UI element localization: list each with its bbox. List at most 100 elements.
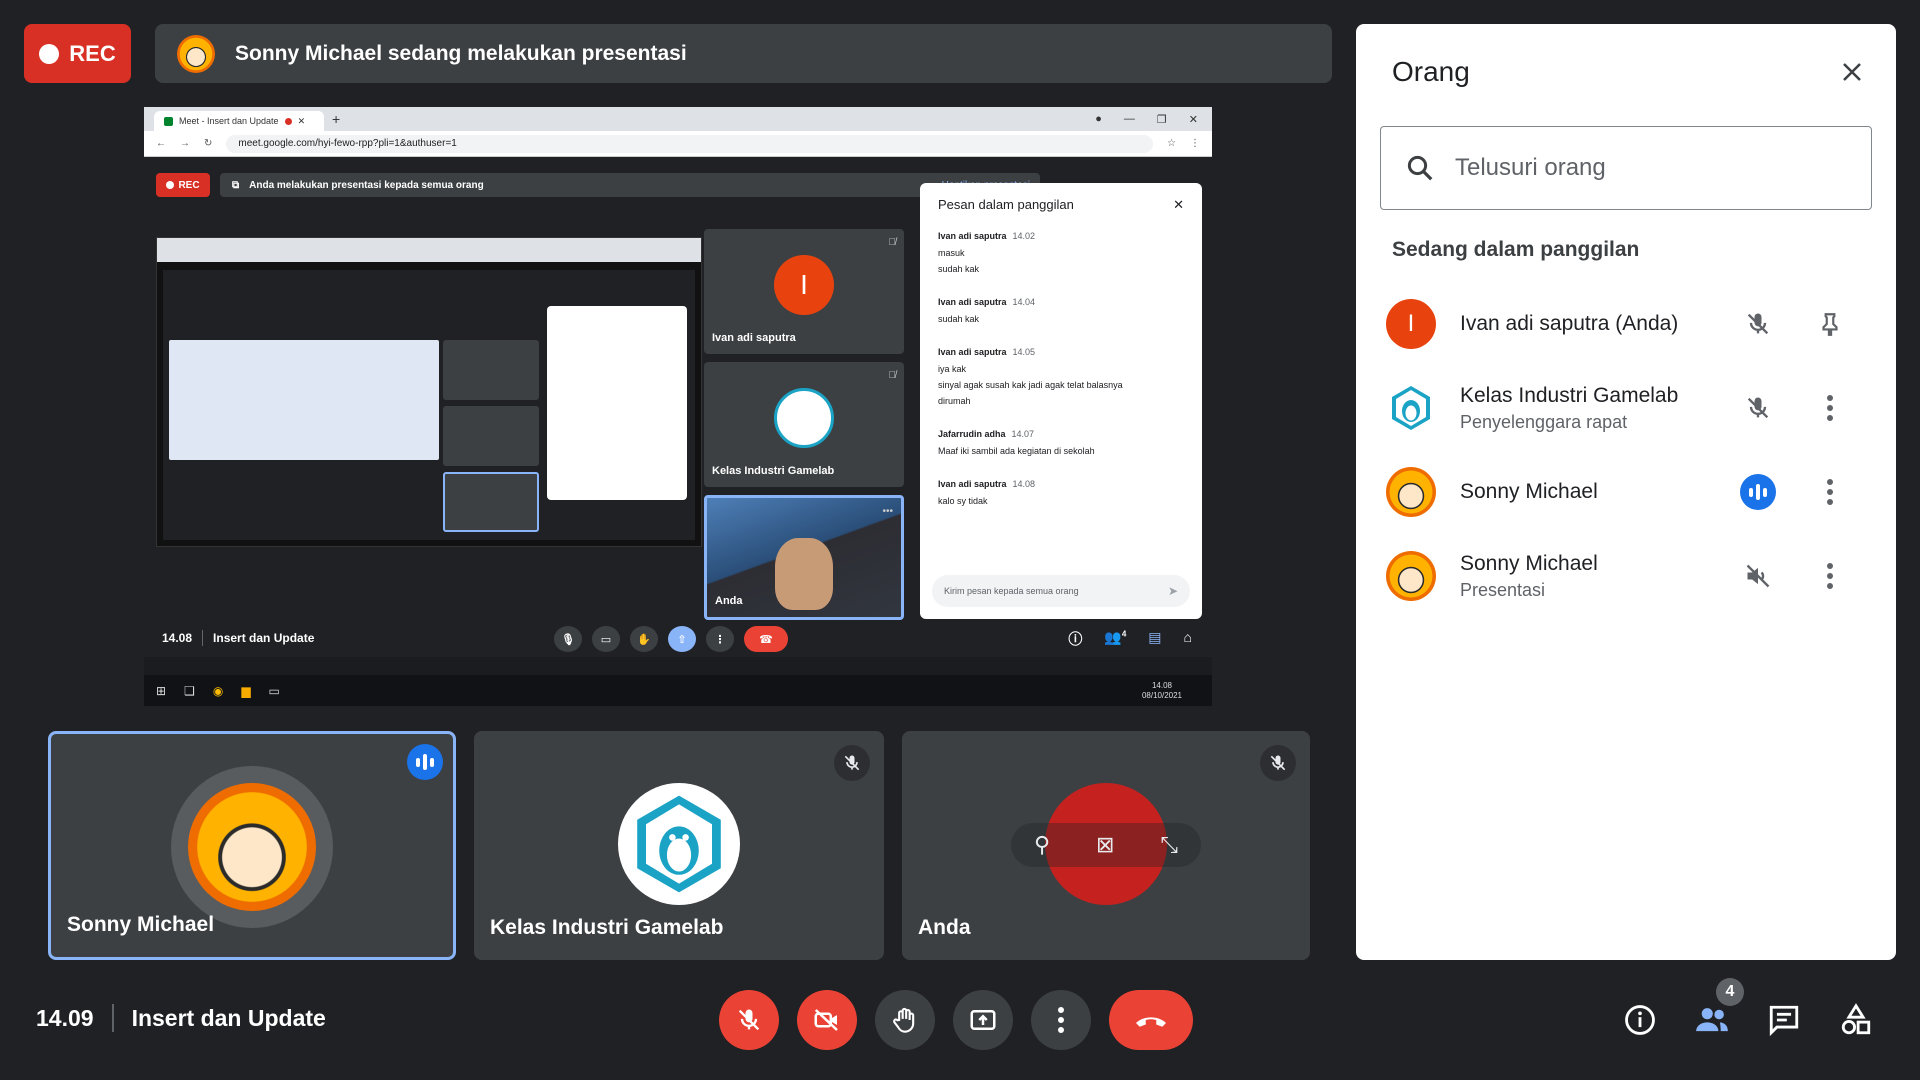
meeting-details-button[interactable] [1618, 998, 1662, 1042]
camera-off-icon [814, 1009, 838, 1031]
maximize-icon[interactable]: ❐ [1157, 113, 1167, 126]
taskbar-clock: 14.08 08/10/2021 [1142, 681, 1212, 701]
tile-sonny-michael[interactable]: Sonny Michael [48, 731, 456, 960]
inner-rec-badge: REC [156, 173, 210, 197]
participant-role: Penyelenggara rapat [1460, 411, 1628, 432]
reload-icon[interactable]: ↻ [204, 138, 212, 149]
people-icon[interactable]: 👥4 [1104, 629, 1126, 649]
pin-icon[interactable]: ⚲ [1034, 832, 1050, 858]
inner-right-icons: ⓘ 👥4 ▤ ⌂ [1068, 629, 1192, 649]
inner-tile-gamelab[interactable]: 🎙̸ Kelas Industri Gamelab [704, 362, 904, 487]
avatar-ring [171, 766, 333, 928]
more-options-icon[interactable]: ••• [882, 506, 893, 517]
tile-name: Anda [918, 916, 971, 939]
activities-button[interactable] [1834, 998, 1878, 1042]
tile-anda[interactable]: ⚲ ⊠ ⤡ Anda [902, 731, 1310, 960]
participant-row[interactable]: I Ivan adi saputra (Anda) [1356, 282, 1896, 366]
taskbar-date: 08/10/2021 [1141, 690, 1182, 700]
task-view-icon[interactable]: ❑ [184, 684, 195, 698]
audio-off-icon [1740, 558, 1776, 594]
windows-start-icon[interactable]: ⊞ [156, 684, 166, 698]
browser-tab-bar: Meet - Insert dan Update ✕ + ● — ❐ ✕ [144, 107, 1212, 131]
chat-sender: Ivan adi saputra [938, 479, 1007, 489]
more-options-button[interactable] [1031, 990, 1091, 1050]
chat-close-icon[interactable]: ✕ [1173, 197, 1184, 213]
present-now-button[interactable] [953, 990, 1013, 1050]
mic-off-icon: 🎙̸ [888, 370, 897, 381]
chat-time: 14.02 [1012, 231, 1036, 241]
info-icon [1625, 1005, 1655, 1035]
new-tab-icon[interactable]: + [332, 111, 340, 127]
more-icon[interactable]: ⋮ [706, 626, 734, 652]
back-icon[interactable]: ← [156, 138, 166, 149]
more-vert-icon [1058, 1007, 1064, 1033]
browser-tab[interactable]: Meet - Insert dan Update ✕ [154, 111, 324, 131]
mic-icon[interactable]: 🎙 [554, 626, 582, 652]
clock: 14.09 [36, 1004, 94, 1031]
remove-from-view-icon[interactable]: ⊠ [1096, 832, 1114, 858]
more-options-icon[interactable] [1812, 474, 1848, 510]
participant-row[interactable]: Sonny Michael Presentasi [1356, 534, 1896, 618]
mic-off-icon [1740, 306, 1776, 342]
search-input[interactable] [1455, 154, 1835, 182]
more-options-icon[interactable] [1812, 390, 1848, 426]
participant-list: I Ivan adi saputra (Anda) Kelas Industri… [1356, 282, 1896, 618]
chat-sender: Ivan adi saputra [938, 231, 1007, 241]
forward-icon[interactable]: → [180, 138, 190, 149]
file-explorer-icon[interactable]: ▆ [241, 684, 250, 698]
record-dot-icon [39, 43, 60, 64]
inner-tile-ivan[interactable]: 🎙̸ I Ivan adi saputra [704, 229, 904, 354]
chat-icon[interactable]: ▤ [1148, 629, 1161, 649]
nested-meet-content [163, 270, 695, 540]
hangup-icon[interactable]: ☎ [744, 626, 788, 652]
gamelab-logo-icon [1386, 383, 1436, 433]
minimize-tile-icon[interactable]: ⤡ [1160, 832, 1178, 858]
avatar: I [774, 255, 834, 315]
presented-screen: Meet - Insert dan Update ✕ + ● — ❐ ✕ ← →… [144, 107, 1212, 706]
mic-off-icon [738, 1009, 760, 1031]
panel-title: Orang [1392, 56, 1470, 87]
leave-call-button[interactable] [1109, 990, 1193, 1050]
participant-row[interactable]: Sonny Michael [1356, 450, 1896, 534]
pin-icon[interactable] [1812, 306, 1848, 342]
activities-icon [1841, 1003, 1871, 1035]
present-screen-icon [970, 1010, 996, 1030]
chrome-taskbar-icon[interactable]: ◉ [213, 684, 223, 698]
participant-row[interactable]: Kelas Industri Gamelab Penyelenggara rap… [1356, 366, 1896, 450]
raise-hand-button[interactable] [875, 990, 935, 1050]
nested-chat-panel [547, 306, 687, 500]
terminal-icon[interactable]: ▭ [269, 684, 280, 698]
camera-icon[interactable]: ▭ [592, 626, 620, 652]
chat-header: Pesan dalam panggilan ✕ [938, 197, 1184, 213]
url-field[interactable]: meet.google.com/hyi-fewo-rpp?pli=1&authu… [226, 134, 1154, 153]
profile-dot-icon[interactable]: ● [1095, 113, 1102, 126]
nested-tile [443, 406, 539, 466]
present-icon[interactable]: ⇧ [668, 626, 696, 652]
chat-message: Ivan adi saputra 14.05 iya kak sinyal aga… [938, 347, 1184, 409]
info-icon[interactable]: ⓘ [1068, 629, 1082, 649]
chat-sender: Ivan adi saputra [938, 347, 1007, 357]
hand-icon[interactable]: ✋ [630, 626, 658, 652]
presentation-banner-text: Sonny Michael sedang melakukan presentas… [235, 41, 687, 65]
search-box[interactable] [1380, 126, 1872, 210]
chat-time: 14.08 [1012, 479, 1036, 489]
activities-icon[interactable]: ⌂ [1184, 629, 1192, 649]
tab-close-icon[interactable]: ✕ [298, 116, 306, 127]
chat-input[interactable]: Kirim pesan kepada semua orang [932, 575, 1190, 607]
browser-menu-icon[interactable]: ⋮ [1190, 138, 1200, 149]
windows-taskbar: ⊞ ❑ ◉ ▆ ▭ 14.08 08/10/2021 [144, 675, 1212, 706]
more-options-icon[interactable] [1812, 558, 1848, 594]
close-icon[interactable] [1834, 54, 1870, 90]
tile-kelas-industri-gamelab[interactable]: Kelas Industri Gamelab [474, 731, 884, 960]
inner-tile-anda[interactable]: ••• Anda [704, 495, 904, 620]
minimize-icon[interactable]: — [1124, 113, 1135, 126]
taskbar-time: 14.08 [1151, 680, 1172, 690]
mic-toggle-button[interactable] [719, 990, 779, 1050]
participant-name: Kelas Industri Gamelab [1460, 383, 1679, 407]
divider [202, 630, 204, 646]
bookmark-star-icon[interactable]: ☆ [1167, 138, 1176, 149]
chat-button[interactable] [1762, 998, 1806, 1042]
camera-toggle-button[interactable] [797, 990, 857, 1050]
window-close-icon[interactable]: ✕ [1189, 113, 1198, 126]
meeting-title: Insert dan Update [131, 1004, 326, 1031]
